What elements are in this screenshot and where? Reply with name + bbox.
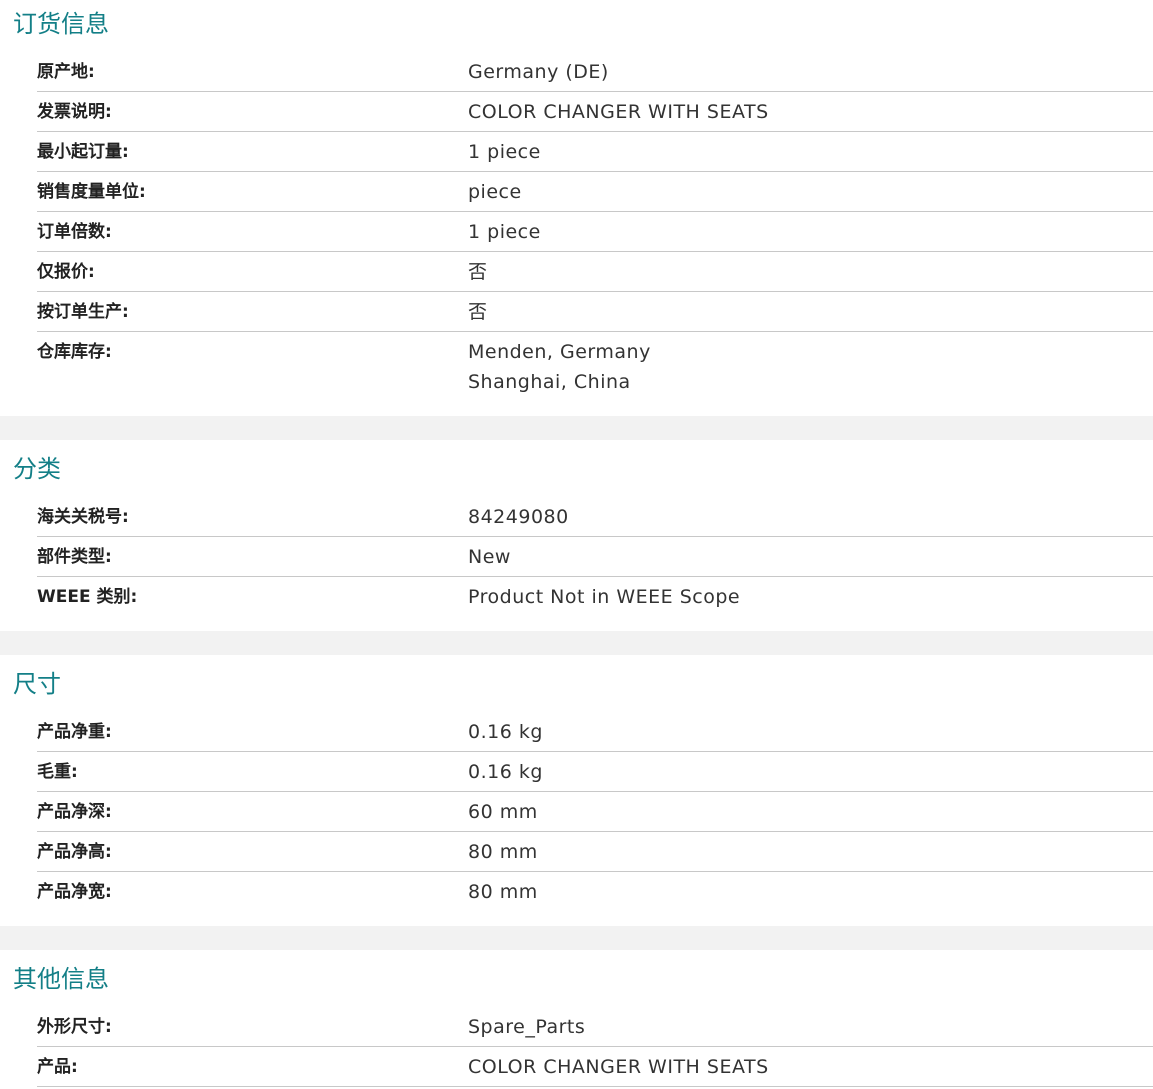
section-divider [0, 416, 1153, 440]
spec-value: 80 mm [468, 841, 538, 863]
spec-label: WEEE 类别: [37, 587, 138, 607]
spec-label: 仓库库存: [37, 342, 112, 362]
spec-value: Product Not in WEEE Scope [468, 586, 741, 608]
spec-value-secondary: Shanghai, China [468, 371, 631, 393]
spec-row-part-type: 部件类型: New [37, 537, 1153, 577]
spec-value: Spare_Parts [468, 1016, 586, 1038]
spec-value: 0.16 kg [468, 761, 543, 783]
section-title-other-info: 其他信息 [13, 965, 109, 993]
spec-value: 60 mm [468, 801, 538, 823]
spec-row-sales-unit: 销售度量单位: piece [37, 172, 1153, 212]
spec-row-form-factor: 外形尺寸: Spare_Parts [37, 1007, 1153, 1047]
spec-row-weee-category: WEEE 类别: Product Not in WEEE Scope [37, 577, 1153, 617]
spec-label: 产品净重: [37, 722, 112, 742]
spec-label: 外形尺寸: [37, 1017, 112, 1037]
spec-row-warehouse-stock: 仓库库存: Menden, Germany Shanghai, China [37, 332, 1153, 402]
spec-value: 84249080 [468, 506, 569, 528]
section-divider [0, 926, 1153, 950]
spec-row-quote-only: 仅报价: 否 [37, 252, 1153, 292]
ordering-info-section: 订货信息 原产地: Germany (DE) 发票说明: COLOR CHANG… [0, 0, 1153, 416]
spec-label: 海关关税号: [37, 507, 129, 527]
spec-label: 订单倍数: [37, 222, 112, 242]
spec-label: 最小起订量: [37, 142, 129, 162]
spec-label: 发票说明: [37, 102, 112, 122]
section-title-classification: 分类 [13, 455, 61, 483]
spec-value: 否 [468, 261, 488, 283]
spec-row-net-height: 产品净高: 80 mm [37, 832, 1153, 872]
spec-value: 1 piece [468, 221, 541, 243]
spec-value: Germany (DE) [468, 61, 609, 83]
spec-value: COLOR CHANGER WITH SEATS [468, 1056, 769, 1078]
classification-section: 分类 海关关税号: 84249080 部件类型: New WEEE 类别: Pr… [0, 440, 1153, 631]
spec-label: 产品净高: [37, 842, 112, 862]
spec-row-invoice-description: 发票说明: COLOR CHANGER WITH SEATS [37, 92, 1153, 132]
section-title-ordering-info: 订货信息 [13, 10, 109, 38]
spec-label: 产品净宽: [37, 882, 112, 902]
spec-row-gross-weight: 毛重: 0.16 kg [37, 752, 1153, 792]
spec-value: 80 mm [468, 881, 538, 903]
spec-row-net-width: 产品净宽: 80 mm [37, 872, 1153, 912]
spec-row-net-depth: 产品净深: 60 mm [37, 792, 1153, 832]
spec-row-product: 产品: COLOR CHANGER WITH SEATS [37, 1047, 1153, 1087]
spec-row-order-multiple: 订单倍数: 1 piece [37, 212, 1153, 252]
dimensions-section: 尺寸 产品净重: 0.16 kg 毛重: 0.16 kg 产品净深: 60 mm… [0, 655, 1153, 926]
spec-label: 产品净深: [37, 802, 112, 822]
spec-label: 毛重: [37, 762, 78, 782]
spec-label: 按订单生产: [37, 302, 129, 322]
spec-label: 仅报价: [37, 262, 95, 282]
section-divider [0, 631, 1153, 655]
spec-row-customs-tariff: 海关关税号: 84249080 [37, 497, 1153, 537]
spec-value: 0.16 kg [468, 721, 543, 743]
spec-value: Menden, Germany [468, 341, 651, 363]
spec-row-minimum-order: 最小起订量: 1 piece [37, 132, 1153, 172]
spec-value: piece [468, 181, 522, 203]
section-title-dimensions: 尺寸 [13, 670, 61, 698]
spec-value: 否 [468, 301, 488, 323]
spec-row-net-weight: 产品净重: 0.16 kg [37, 712, 1153, 752]
spec-label: 部件类型: [37, 547, 112, 567]
spec-value: COLOR CHANGER WITH SEATS [468, 101, 769, 123]
spec-row-made-to-order: 按订单生产: 否 [37, 292, 1153, 332]
spec-value: New [468, 546, 511, 568]
other-info-section: 其他信息 外形尺寸: Spare_Parts 产品: COLOR CHANGER… [0, 950, 1153, 1089]
spec-label: 产品: [37, 1057, 78, 1077]
spec-row-origin: 原产地: Germany (DE) [37, 52, 1153, 92]
spec-label: 原产地: [37, 62, 95, 82]
spec-value: 1 piece [468, 141, 541, 163]
spec-label: 销售度量单位: [37, 182, 146, 202]
